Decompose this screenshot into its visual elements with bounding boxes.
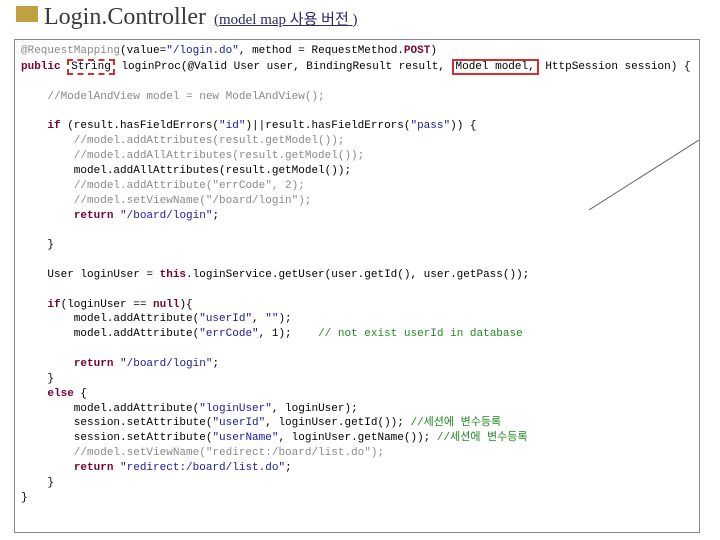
page-subtitle: (model map 사용 버전 ) (214, 8, 358, 29)
slide-header: Login.Controller (model map 사용 버전 ) (0, 0, 720, 37)
code-line: User loginUser = this.loginService.getUs… (21, 268, 693, 283)
code-line: session.setAttribute("userName", loginUs… (21, 431, 693, 446)
page-title: Login.Controller (44, 4, 206, 31)
code-line: model.addAllAttributes(result.getModel()… (21, 164, 693, 179)
code-line: if(loginUser == null){ (21, 298, 693, 313)
accent-bar (16, 6, 38, 22)
code-line: session.setAttribute("userId", loginUser… (21, 416, 693, 431)
code-line-comment: //model.addAttributes(result.getModel())… (21, 134, 693, 149)
code-line: return "/board/login"; (21, 357, 693, 372)
code-line: } (21, 238, 693, 253)
code-line: //model.addAttribute("errCode", 2); (21, 179, 693, 194)
code-line (21, 342, 693, 357)
code-line: return "redirect:/board/list.do"; (21, 461, 693, 476)
code-line: return "/board/login"; (21, 209, 693, 224)
code-line-comment: //ModelAndView model = new ModelAndView(… (21, 90, 693, 105)
code-line: model.addAttribute("loginUser", loginUse… (21, 402, 693, 417)
code-line-comment: //model.setViewName("/board/login"); (21, 194, 693, 209)
code-line: else { (21, 387, 693, 402)
code-line (21, 105, 693, 120)
code-line: } (21, 372, 693, 387)
code-line: public String loginProc(@Valid User user… (21, 59, 693, 75)
code-line: if (result.hasFieldErrors("id")||result.… (21, 119, 693, 134)
highlight-box-string: String (67, 59, 115, 75)
highlight-box-model: Model model, (452, 59, 539, 75)
code-line: model.addAttribute("userId", ""); (21, 312, 693, 327)
code-line-comment: //model.setViewName("redirect:/board/lis… (21, 446, 693, 461)
code-line: model.addAttribute("errCode", 1); // not… (21, 327, 693, 342)
annotation: @RequestMapping (21, 45, 120, 57)
code-line (21, 253, 693, 268)
code-line (21, 75, 693, 90)
code-line: @RequestMapping(value="/login.do", metho… (21, 44, 693, 59)
code-panel: @RequestMapping(value="/login.do", metho… (14, 39, 700, 533)
code-line (21, 283, 693, 298)
code-line-comment: //model.addAllAttributes(result.getModel… (21, 149, 693, 164)
code-line: } (21, 476, 693, 491)
code-line: } (21, 491, 693, 506)
code-line (21, 223, 693, 238)
